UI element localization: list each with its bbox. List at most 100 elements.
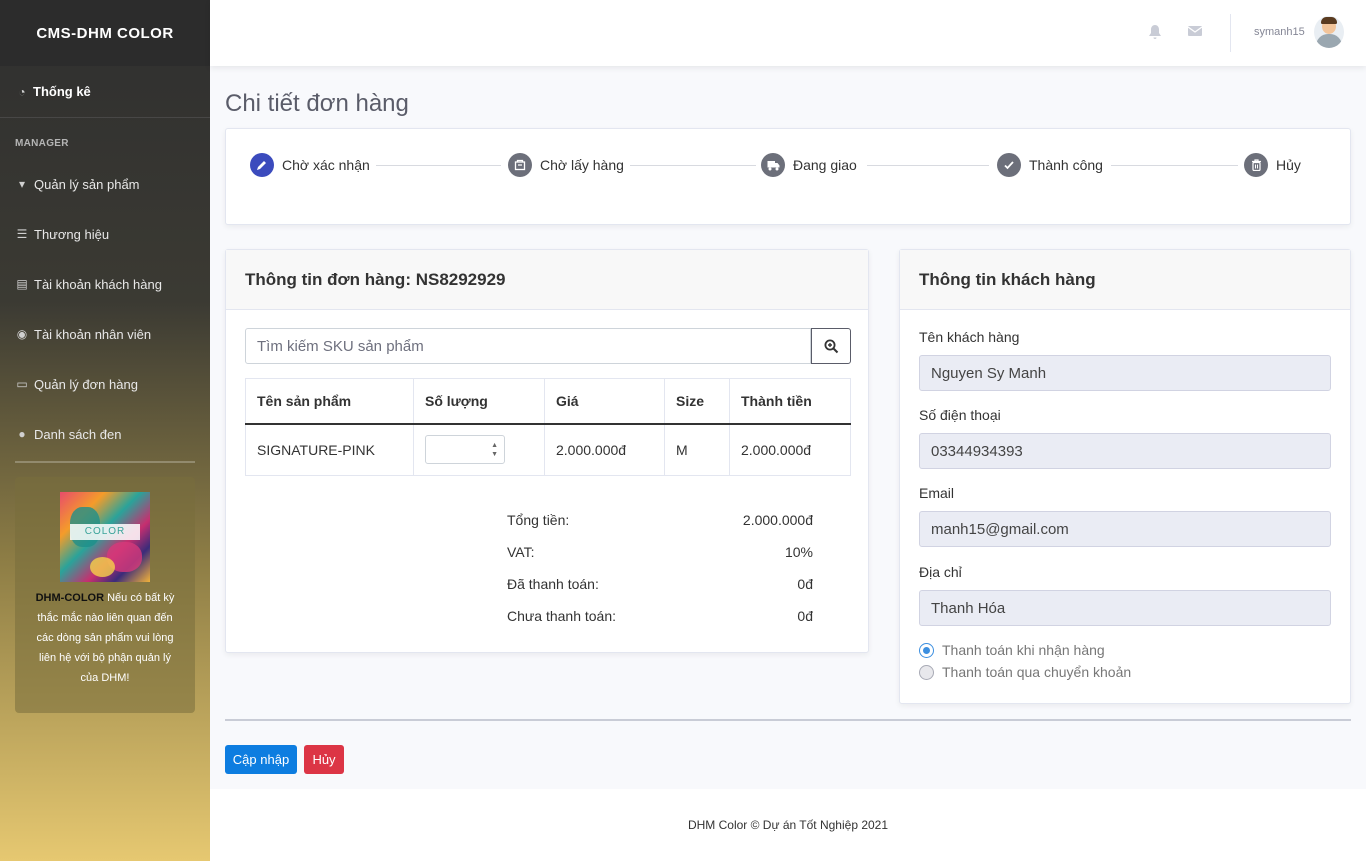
sidebar-item-label: Tài khoản nhân viên — [34, 326, 152, 342]
sidebar-divider — [15, 461, 195, 463]
column-header: Giá — [544, 378, 665, 425]
payment-option-label: Thanh toán khi nhận hàng — [942, 642, 1105, 658]
avatar[interactable] — [1314, 16, 1344, 48]
summary-label: Chưa thanh toán: — [507, 608, 617, 624]
step-label: Chờ xác nhận — [282, 157, 370, 173]
customer-info-card: Thông tin khách hàng Tên khách hàng Nguy… — [899, 249, 1351, 704]
address-book-icon: ▤ — [16, 277, 28, 291]
customer-name-field[interactable]: Nguyen Sy Manh — [919, 355, 1331, 391]
customer-name-label: Tên khách hàng — [919, 329, 1020, 345]
step-pending[interactable]: Chờ xác nhận — [250, 153, 370, 177]
box-icon — [508, 153, 532, 177]
footer: DHM Color © Dự án Tốt Nghiệp 2021 — [210, 789, 1366, 861]
sidebar-item-blacklist[interactable]: ● Danh sách đen — [0, 409, 210, 459]
order-status-steps: Chờ xác nhận Chờ lấy hàng Đang giao Thàn… — [225, 128, 1351, 225]
summary-row: VAT: 10% — [507, 544, 813, 576]
summary-row: Chưa thanh toán: 0đ — [507, 608, 813, 640]
address-field[interactable]: Thanh Hóa — [919, 590, 1331, 626]
product-name: SIGNATURE-PINK — [245, 423, 414, 476]
address-label: Địa chỉ — [919, 564, 962, 580]
column-header: Thành tiền — [729, 378, 851, 425]
sidebar-item-label: Quản lý đơn hàng — [34, 376, 138, 392]
promo-image: COLOR — [60, 492, 150, 582]
summary-value: 0đ — [797, 608, 813, 624]
order-summary: Tổng tiền: 2.000.000đ VAT: 10% Đã thanh … — [507, 512, 813, 640]
check-icon — [997, 153, 1021, 177]
column-header: Tên sản phẩm — [245, 378, 414, 425]
summary-label: Đã thanh toán: — [507, 576, 599, 592]
payment-option-cod[interactable]: Thanh toán khi nhận hàng — [919, 642, 1105, 658]
content-divider — [225, 719, 1351, 721]
summary-value: 10% — [784, 544, 813, 560]
phone-label: Số điện thoại — [919, 407, 1001, 423]
egg-icon: ● — [18, 427, 26, 441]
summary-value: 2.000.000đ — [742, 512, 813, 528]
footer-text: DHM Color © Dự án Tốt Nghiệp 2021 — [687, 818, 889, 832]
step-connector — [1111, 165, 1238, 166]
summary-label: VAT: — [507, 544, 535, 560]
sidebar-item-customer-accounts[interactable]: ▤ Tài khoản khách hàng — [0, 259, 210, 309]
quantity-stepper[interactable]: ▲ ▼ — [425, 435, 505, 465]
promo-logo: COLOR — [70, 524, 140, 540]
brand-title[interactable]: CMS-DHM COLOR — [0, 0, 210, 66]
envelope-icon[interactable] — [1187, 24, 1203, 40]
product-total: 2.000.000đ — [729, 423, 851, 476]
promo-text: DHM-COLOR Nếu có bất kỳ thắc mắc nào liê… — [30, 588, 180, 688]
product-size: M — [664, 423, 730, 476]
step-awaiting-pickup[interactable]: Chờ lấy hàng — [508, 153, 624, 177]
sidebar-item-orders[interactable]: ▭ Quản lý đơn hàng — [0, 359, 210, 409]
order-items-table: Tên sản phẩm Số lượng Giá Size Thành tiề… — [245, 378, 851, 476]
table-header-row: Tên sản phẩm Số lượng Giá Size Thành tiề… — [245, 378, 851, 425]
step-label: Thành công — [1029, 157, 1103, 173]
summary-row: Tổng tiền: 2.000.000đ — [507, 512, 813, 544]
username[interactable]: symanh15 — [1254, 26, 1305, 38]
tachometer-icon: ◔ — [18, 84, 26, 99]
radio-button[interactable] — [919, 642, 934, 658]
desktop-icon: ▭ — [16, 377, 28, 391]
page-title: Chi tiết đơn hàng — [225, 90, 409, 117]
order-info-title: Thông tin đơn hàng: NS8292929 — [226, 250, 868, 310]
payment-option-transfer[interactable]: Thanh toán qua chuyển khoản — [919, 664, 1131, 680]
sidebar: CMS-DHM COLOR ◔ Thống kê MANAGER ▾ Quản … — [0, 0, 210, 861]
step-label: Đang giao — [793, 157, 857, 173]
step-label: Hủy — [1276, 157, 1301, 173]
step-shipping[interactable]: Đang giao — [761, 153, 857, 177]
sidebar-item-staff-accounts[interactable]: ◉ Tài khoản nhân viên — [0, 309, 210, 359]
step-connector — [376, 165, 501, 166]
sku-search — [245, 328, 851, 364]
update-button[interactable]: Cập nhập — [225, 745, 297, 774]
quantity-cell: ▲ ▼ — [413, 423, 545, 476]
spinner-arrows-icon[interactable]: ▲ ▼ — [491, 441, 498, 459]
bell-icon[interactable] — [1148, 24, 1164, 40]
summary-value: 0đ — [797, 576, 813, 592]
user-circle-icon: ◉ — [16, 327, 28, 341]
sidebar-item-brands[interactable]: ☰ Thương hiệu — [0, 209, 210, 259]
column-header: Số lượng — [413, 378, 545, 425]
step-cancelled[interactable]: Hủy — [1244, 153, 1301, 177]
radio-button[interactable] — [919, 664, 934, 680]
table-row: SIGNATURE-PINK ▲ ▼ 2.000.000đ M 2.000.000… — [245, 423, 851, 476]
phone-field[interactable]: 03344934393 — [919, 433, 1331, 469]
nav-dashboard[interactable]: ◔ Thống kê — [0, 66, 210, 118]
topbar: symanh15 — [210, 0, 1366, 66]
section-heading: MANAGER — [15, 138, 69, 149]
tshirt-icon: ▾ — [18, 177, 26, 191]
cancel-button[interactable]: Hủy — [304, 745, 344, 774]
customer-info-title: Thông tin khách hàng — [900, 250, 1350, 310]
sidebar-item-label: Thương hiệu — [34, 226, 110, 242]
step-connector — [630, 165, 756, 166]
column-header: Size — [664, 378, 730, 425]
trash-icon — [1244, 153, 1268, 177]
search-button[interactable] — [811, 328, 851, 364]
product-price: 2.000.000đ — [544, 423, 665, 476]
step-success[interactable]: Thành công — [997, 153, 1103, 177]
topbar-divider — [1230, 14, 1231, 52]
promo-card: COLOR DHM-COLOR Nếu có bất kỳ thắc mắc n… — [15, 477, 195, 713]
email-field[interactable]: manh15@gmail.com — [919, 511, 1331, 547]
email-label: Email — [919, 485, 955, 501]
sidebar-item-products[interactable]: ▾ Quản lý sản phẩm — [0, 159, 210, 209]
summary-label: Tổng tiền: — [507, 512, 570, 528]
sku-search-input[interactable] — [245, 328, 811, 364]
list-icon: ☰ — [16, 227, 28, 241]
promo-message: Nếu có bất kỳ thắc mắc nào liên quan đến… — [36, 592, 175, 684]
